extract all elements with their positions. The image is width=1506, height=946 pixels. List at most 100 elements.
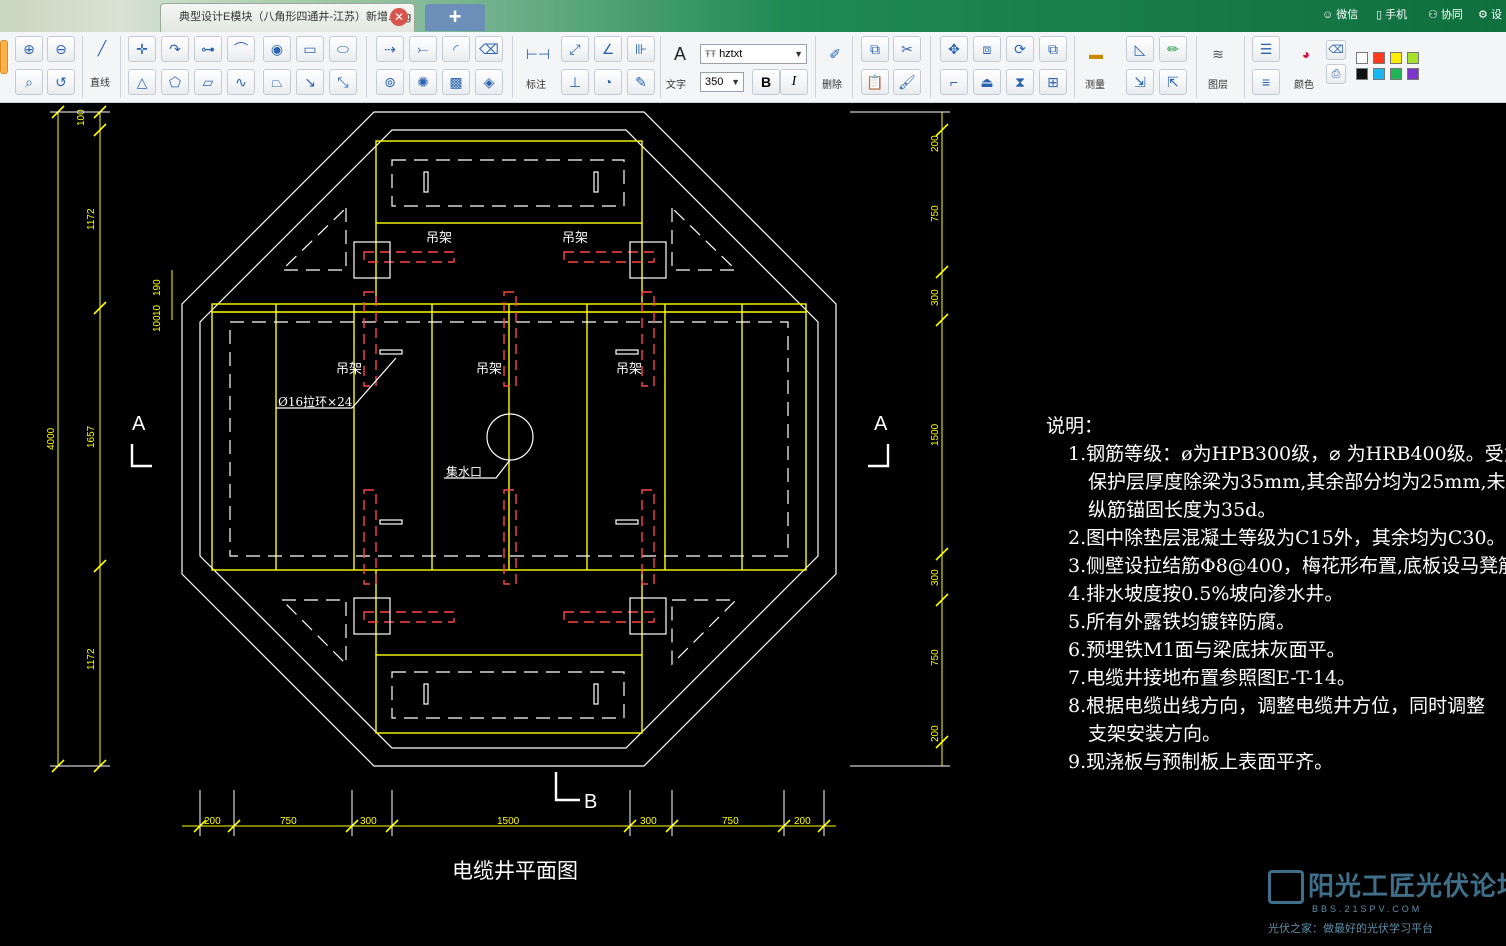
radius-dim-icon[interactable]: ◔	[594, 69, 622, 95]
zoom-window-icon[interactable]: ⌕	[15, 69, 43, 95]
lineweight-icon[interactable]: ≡	[1252, 69, 1280, 95]
swatch-white[interactable]	[1356, 52, 1368, 64]
pen-icon[interactable]: ✏	[1159, 36, 1187, 62]
swatch-red[interactable]	[1373, 52, 1385, 64]
rectangle-icon[interactable]: ▭	[296, 36, 324, 62]
match-properties-icon[interactable]: 🖌	[893, 69, 921, 95]
section-a-left-label: A	[132, 413, 146, 435]
export-icon[interactable]: ⇱	[1159, 69, 1187, 95]
dim-left-8: 1172	[86, 648, 97, 670]
zoom-previous-icon[interactable]: ↺	[47, 69, 75, 95]
import-icon[interactable]: ⇲	[1126, 69, 1154, 95]
spline-icon[interactable]: ⌒	[227, 36, 255, 62]
color-wheel-icon[interactable]: ◕	[1292, 42, 1320, 68]
freehand-icon[interactable]: ∿	[227, 69, 255, 95]
double-arrow-icon[interactable]: ⤡	[329, 69, 357, 95]
ordinate-dim-icon[interactable]: ⊥	[561, 69, 589, 95]
layer-icon[interactable]: ≋	[1204, 42, 1232, 68]
text-icon[interactable]: A	[666, 42, 694, 68]
ellipse-icon[interactable]: ⬭	[329, 36, 357, 62]
dim-left-1: 100	[76, 109, 87, 126]
hatch-icon[interactable]: ▩	[442, 69, 470, 95]
mirror-icon[interactable]: ⧗	[1006, 69, 1034, 95]
move-icon[interactable]: ✥	[940, 36, 968, 62]
tt-font-icon: ŦŦ	[705, 49, 716, 59]
explode-icon[interactable]: ✺	[409, 69, 437, 95]
new-tab-button[interactable]: +	[425, 4, 485, 31]
swatch-black[interactable]	[1356, 68, 1368, 80]
title-bar: 典型设计E模块（八角形四通井-江苏）新增.dwg ✕ + ☺ 微信 ▯ 手机 ⚇…	[0, 0, 1506, 32]
collaborate-icon: ⚇	[1428, 9, 1438, 21]
linetype-icon[interactable]: ☰	[1252, 36, 1280, 62]
settings-icon: ⚙	[1478, 9, 1488, 21]
arc-icon[interactable]: ↷	[161, 36, 189, 62]
break-icon[interactable]: ⏏	[973, 69, 1001, 95]
dimension-icon[interactable]: ⊢⊣	[524, 42, 552, 68]
eraser-tool-icon[interactable]: ⌫	[1326, 40, 1346, 60]
phone-button[interactable]: ▯ 手机	[1376, 6, 1407, 22]
settings-button[interactable]: ⚙ 设	[1478, 6, 1502, 22]
polyline-icon[interactable]: ✛	[128, 36, 156, 62]
note-line: 2.图中除垫层混凝土等级为C15外，其余均为C30。	[1068, 527, 1506, 549]
copy-object-icon[interactable]: ⧉	[1039, 36, 1067, 62]
measure-icon[interactable]: ▬	[1082, 42, 1110, 68]
note-line: 纵筋锚固长度为35d。	[1088, 499, 1277, 521]
leader-icon[interactable]: ✎	[627, 69, 655, 95]
delete-label: 删除	[822, 80, 842, 91]
left-panel-toggle[interactable]	[0, 40, 8, 74]
italic-button[interactable]: I	[780, 69, 808, 95]
trim-icon[interactable]: ⤚	[409, 36, 437, 62]
copy-icon[interactable]: ⧉	[861, 36, 889, 62]
swatch-yellow[interactable]	[1390, 52, 1402, 64]
fillet-icon[interactable]: ◜	[442, 36, 470, 62]
extend-icon[interactable]: ⇢	[376, 36, 404, 62]
delete-icon[interactable]: ✐	[821, 42, 849, 68]
array-icon[interactable]: ⊞	[1039, 69, 1067, 95]
swatch-cyan[interactable]	[1373, 68, 1385, 80]
rotate-icon[interactable]: ⟳	[1006, 36, 1034, 62]
area-icon[interactable]: ◺	[1126, 36, 1154, 62]
parallelogram-icon[interactable]: ▱	[194, 69, 222, 95]
note-line: 3.侧壁设拉结筋Φ8@400，梅花形布置,底板设马凳筋。	[1068, 555, 1506, 577]
triangle-icon[interactable]: △	[128, 69, 156, 95]
note-line: 1.钢筋等级：ø为HPB300级，⌀ 为HRB400级。受力钢筋	[1068, 443, 1506, 465]
zoom-in-icon[interactable]: ⊕	[15, 36, 43, 62]
fill-icon[interactable]: ◈	[475, 69, 503, 95]
scale-icon[interactable]: ⧈	[973, 36, 1001, 62]
continue-dim-icon[interactable]: ⊪	[627, 36, 655, 62]
watermark-url: BBS.21SPV.COM	[1312, 904, 1423, 914]
eraser-icon[interactable]: ⌫	[475, 36, 503, 62]
swatch-green[interactable]	[1390, 68, 1402, 80]
print-icon[interactable]: ⎙	[1326, 64, 1346, 84]
circle-icon[interactable]: ◉	[263, 36, 291, 62]
font-select[interactable]: ŦŦ hztxt ▼	[700, 44, 807, 64]
ray-icon[interactable]: ↘	[296, 69, 324, 95]
line-tool-icon[interactable]: ╱	[88, 36, 116, 62]
line-tool-label: 直线	[90, 78, 110, 89]
wechat-button[interactable]: ☺ 微信	[1322, 6, 1358, 22]
collaborate-button[interactable]: ⚇ 协同	[1428, 6, 1463, 22]
stretch-icon[interactable]: ⌐	[940, 69, 968, 95]
document-tab[interactable]: 典型设计E模块（八角形四通井-江苏）新增.dwg	[160, 3, 415, 32]
note-line: 支架安装方向。	[1088, 723, 1222, 745]
paste-icon[interactable]: 📋	[861, 69, 889, 95]
angular-dim-icon[interactable]: ∠	[594, 36, 622, 62]
zoom-out-icon[interactable]: ⊖	[47, 36, 75, 62]
pentagon-icon[interactable]: ⬠	[161, 69, 189, 95]
offset-icon[interactable]: ⊚	[376, 69, 404, 95]
xline-icon[interactable]: ⊶	[194, 36, 222, 62]
swatch-lime[interactable]	[1407, 52, 1419, 64]
swatch-purple[interactable]	[1407, 68, 1419, 80]
watermark-brand: 阳光工匠光伏论坛	[1308, 872, 1506, 902]
aligned-dim-icon[interactable]: ⤢	[561, 36, 589, 62]
ribbon-toolbar: ⊕ ⊖ ⌕ ↺ ╱ 直线 ✛ ↷ ⊶ ⌒ ◉ ▭ ⬭ △ ⬠ ▱ ∿ ⏢ ↘ ⤡…	[0, 32, 1506, 103]
trapezoid-icon[interactable]: ⏢	[263, 69, 291, 95]
cut-icon[interactable]: ✂	[893, 36, 921, 62]
close-tab-icon[interactable]: ✕	[390, 8, 408, 26]
note-line: 4.排水坡度按0.5%坡向渗水井。	[1068, 583, 1344, 605]
drawing-canvas[interactable]: 4000 100 1172 100 190 10 1657 1172 200 7…	[0, 102, 1506, 946]
text-label: 文字	[666, 80, 686, 91]
text-size-select[interactable]: 350 ▼	[700, 72, 744, 92]
dim-right-1: 200	[930, 135, 941, 152]
bold-button[interactable]: B	[752, 69, 780, 95]
